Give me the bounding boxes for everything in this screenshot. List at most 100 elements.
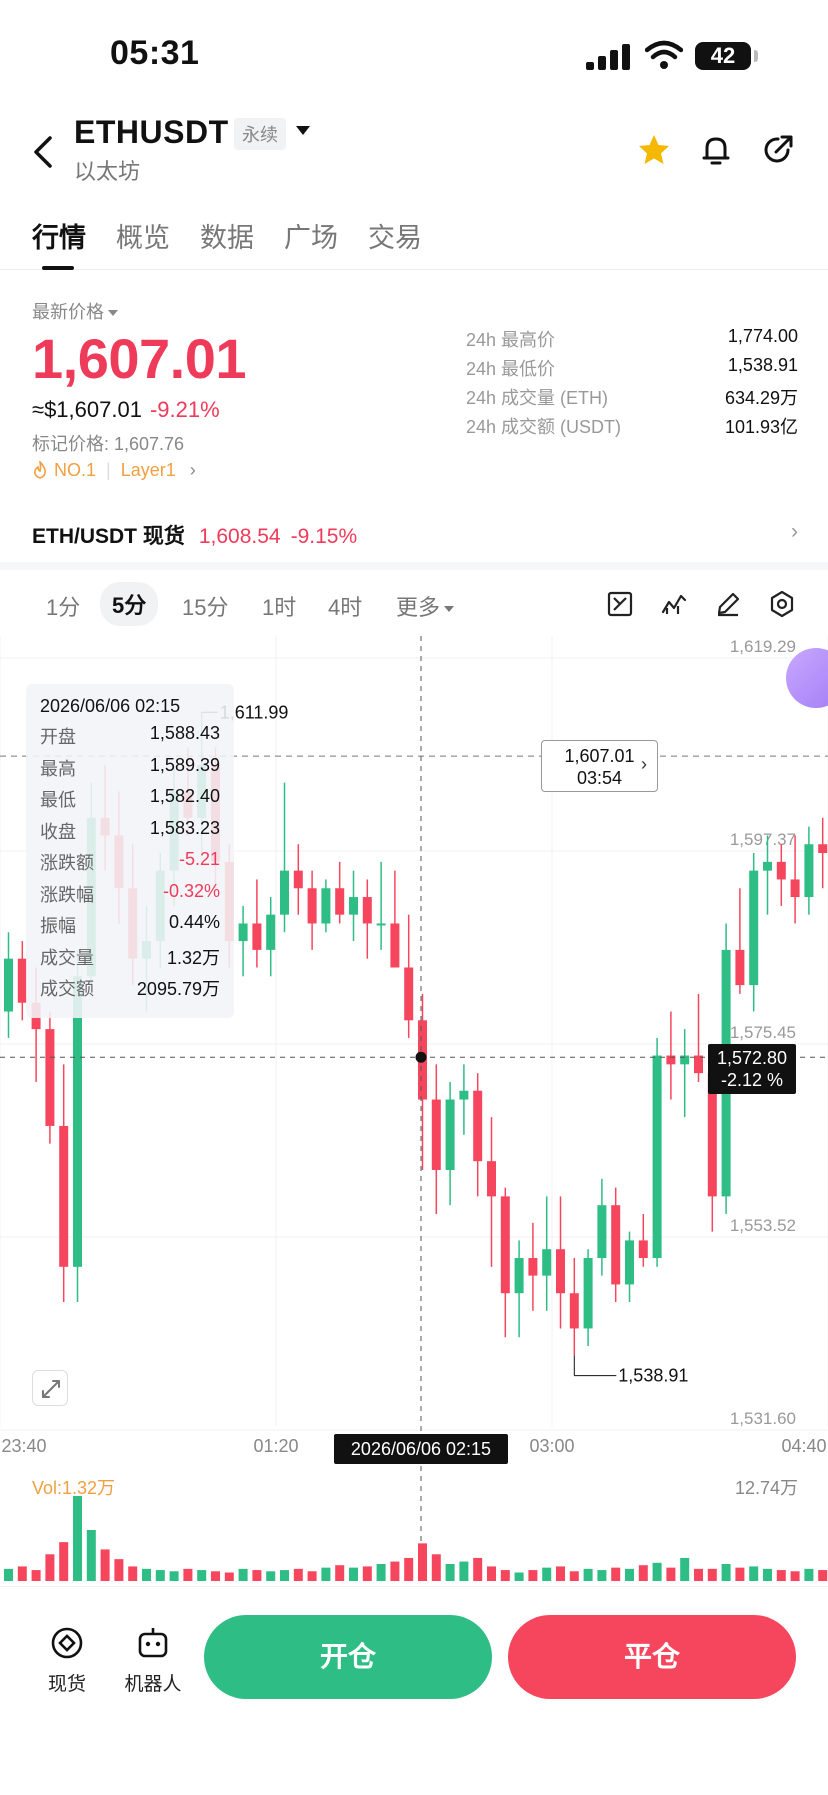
symbol-title[interactable]: ETHUSDT (74, 114, 229, 151)
candle-body (776, 861, 786, 880)
candle-body (252, 923, 262, 950)
y-tick-label: 1,553.52 (730, 1216, 796, 1235)
share-icon[interactable] (760, 132, 796, 168)
ohlc-value: 2095.79万 (136, 979, 220, 999)
settings-icon[interactable] (768, 590, 796, 618)
volume-bar (59, 1542, 69, 1581)
battery-icon: 42 (695, 42, 751, 70)
volume-bar (362, 1566, 372, 1581)
symbol-dropdown-icon[interactable] (296, 126, 310, 135)
volume-bar (335, 1565, 345, 1581)
favorite-star-icon[interactable] (636, 132, 672, 168)
volume-bar (404, 1557, 414, 1581)
volume-bar (790, 1571, 800, 1581)
volume-max: 12.74万 (734, 1478, 798, 1498)
volume-bar (376, 1564, 386, 1581)
ohlc-row: 振幅 0.44% (40, 912, 220, 944)
interval-1h[interactable]: 1时 (262, 590, 296, 622)
volume-bar (776, 1570, 786, 1581)
candle-body (818, 844, 828, 854)
change-percent: -9.21% (149, 397, 220, 422)
open-position-button[interactable]: 开仓 (204, 1615, 492, 1699)
stat-label: 24h 成交量 (ETH) (466, 388, 609, 408)
volume-bar (749, 1566, 759, 1581)
ohlc-key: 涨跌幅 (40, 884, 94, 905)
latest-price-label[interactable]: 最新价格 (32, 298, 118, 324)
status-bar: 05:31 42 (0, 0, 828, 110)
back-icon[interactable] (28, 132, 58, 172)
tab-square[interactable]: 广场 (284, 216, 338, 255)
divider: | (106, 460, 111, 480)
spot-nav-button[interactable]: 现货 (32, 1625, 102, 1696)
rank-line[interactable]: NO.1 | Layer1 › (32, 459, 196, 481)
ohlc-value: -0.32% (162, 880, 220, 901)
volume-bar (252, 1570, 262, 1581)
close-position-button[interactable]: 平仓 (508, 1615, 796, 1699)
main-tabs: 行情 概览 数据 广场 交易 (0, 210, 828, 270)
volume-bar (542, 1567, 552, 1581)
tab-overview[interactable]: 概览 (116, 216, 170, 255)
volume-bar (418, 1543, 427, 1581)
crosshair-pct: -2.12 % (720, 1070, 784, 1090)
wifi-icon (645, 40, 683, 69)
last-price-tag[interactable]: 1,607.01 03:54 › (541, 740, 658, 792)
interval-bar: 1分 5分 15分 1时 4时 更多 (0, 570, 828, 634)
candle-body (280, 870, 289, 915)
ohlc-key: 最低 (40, 790, 76, 810)
draw-pencil-icon[interactable] (714, 590, 742, 618)
ohlc-key: 涨跌额 (40, 853, 94, 873)
spot-name: ETH/USDT 现货 (32, 525, 185, 548)
chevron-right-icon: › (641, 754, 647, 774)
candle-body (763, 861, 772, 871)
candle-body (597, 1205, 607, 1259)
volume-bar (169, 1571, 179, 1581)
rank-value: NO.1 (54, 460, 97, 480)
bell-icon[interactable] (698, 132, 734, 168)
stat-label: 24h 最高价 (466, 330, 556, 350)
stat-row: 24h 最高价 1,774.00 (466, 326, 798, 355)
interval-4h[interactable]: 4时 (328, 590, 362, 622)
candle-body (694, 1055, 703, 1074)
candle-body (542, 1249, 552, 1276)
volume-bar (652, 1562, 662, 1581)
stat-value: 1,538.91 (727, 355, 798, 375)
fullscreen-icon[interactable] (32, 1370, 68, 1406)
interval-more[interactable]: 更多 (396, 590, 455, 622)
ohlc-key: 最高 (40, 758, 76, 779)
tab-trade[interactable]: 交易 (368, 216, 422, 255)
coin-name: 以太坊 (74, 159, 141, 184)
last-price: 1,607.01 (32, 327, 246, 390)
volume-bar (487, 1566, 496, 1581)
stat-value: 634.29万 (724, 388, 798, 408)
chevron-right-icon: › (791, 520, 798, 543)
tab-market[interactable]: 行情 (32, 216, 86, 255)
spot-link[interactable]: ETH/USDT 现货 1,608.54 -9.15% › (32, 520, 798, 550)
interval-5m[interactable]: 5分 (100, 582, 159, 626)
candle-body (445, 1099, 455, 1170)
candle-body (459, 1090, 469, 1100)
volume-bar (763, 1568, 772, 1581)
crosshair-price: 1,572.80 (716, 1048, 788, 1068)
x-tick-label: 01:20 (253, 1436, 298, 1456)
candle-body (556, 1249, 565, 1294)
chart-type-icon[interactable] (606, 590, 634, 618)
status-time: 05:31 (110, 34, 200, 72)
candle-body (514, 1258, 524, 1294)
ohlc-value: -5.21 (178, 849, 220, 869)
candle-body (528, 1258, 538, 1276)
ohlc-row: 成交额 2095.79万 (40, 975, 220, 1007)
cellular-signal-icon (586, 44, 630, 70)
y-tick-label: 1,597.37 (730, 830, 796, 849)
stat-label: 24h 最低价 (466, 359, 556, 379)
robot-nav-button[interactable]: 机器人 (118, 1625, 188, 1696)
tab-data[interactable]: 数据 (200, 216, 254, 255)
spot-pct: -9.15% (290, 525, 358, 548)
volume-bar (390, 1561, 400, 1581)
stat-label: 24h 成交额 (USDT) (466, 417, 622, 437)
indicator-icon[interactable] (660, 590, 688, 618)
candle-body (569, 1293, 579, 1329)
interval-1m[interactable]: 1分 (46, 590, 80, 622)
volume-bar (224, 1572, 234, 1581)
interval-15m[interactable]: 15分 (182, 590, 228, 622)
volume-bar (804, 1568, 814, 1581)
